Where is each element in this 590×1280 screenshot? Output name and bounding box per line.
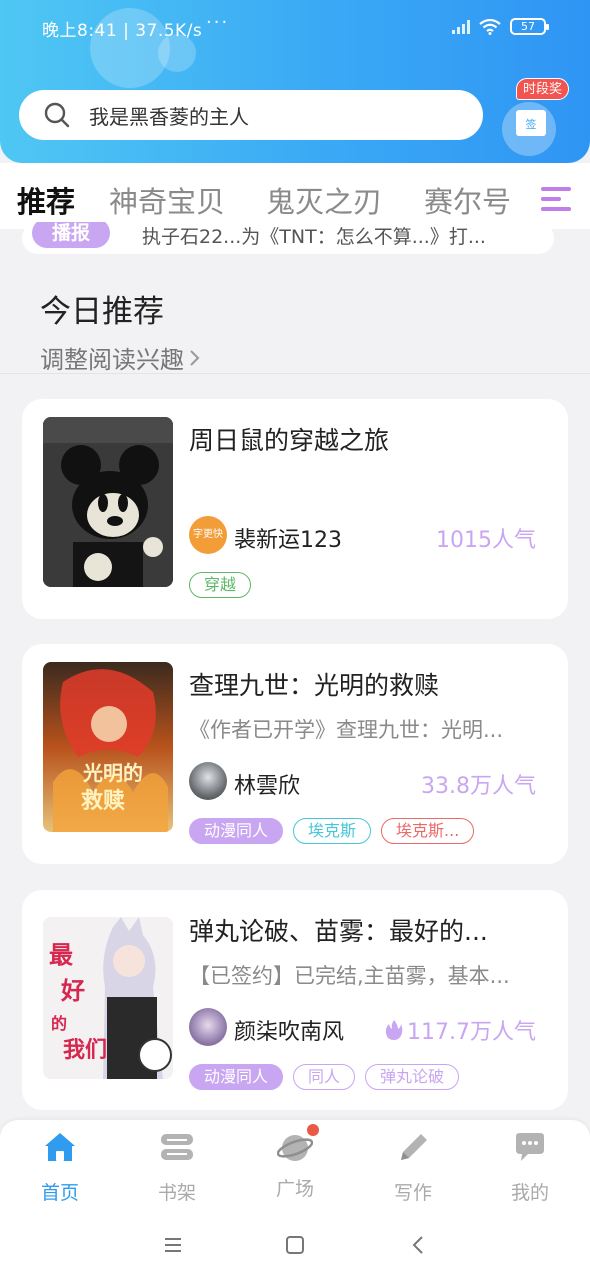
- book-card[interactable]: 光明的 救赎 查理九世：光明的救赎 《作者已开学》查理九世：光明... 林雲欣 …: [22, 644, 568, 864]
- battery-icon: 57: [510, 18, 549, 35]
- back-icon[interactable]: [410, 1235, 426, 1255]
- nav-label: 书架: [157, 1182, 196, 1204]
- section-divider: [0, 373, 590, 374]
- planet-icon: [276, 1124, 319, 1164]
- broadcast-text: 执子石22...为《TNT：怎么不算...》打...: [142, 226, 486, 248]
- book-description: 《作者已开学》查理九世：光明...: [189, 718, 504, 742]
- tag[interactable]: 埃克斯: [293, 818, 372, 844]
- bottom-nav: 首页 书架 广场 写作 我的: [0, 1120, 590, 1210]
- tab-recommend[interactable]: 推荐: [17, 179, 75, 221]
- tag[interactable]: 埃克斯...: [381, 818, 475, 844]
- author-avatar: [189, 762, 227, 800]
- calendar-icon: 签: [516, 110, 546, 136]
- checkin-badge: 时段奖: [516, 78, 570, 100]
- tab-menu-icon[interactable]: [541, 184, 573, 214]
- tab-seer[interactable]: 赛尔号: [424, 179, 511, 221]
- search-bar[interactable]: 我是黑香菱的主人: [19, 90, 483, 140]
- adjust-interest-link[interactable]: 调整阅读兴趣: [40, 340, 202, 375]
- author-name: 林雲欣: [234, 774, 301, 799]
- nav-square[interactable]: 广场: [255, 1124, 335, 1201]
- nav-write[interactable]: 写作: [373, 1130, 453, 1205]
- nav-label: 广场: [275, 1178, 314, 1200]
- book-card[interactable]: 周日鼠的穿越之旅 字更快 裴新运123 1015人气 穿越: [22, 399, 568, 619]
- chevron-right-icon: [190, 349, 200, 366]
- nav-bookshelf[interactable]: 书架: [137, 1130, 217, 1205]
- notification-dot: [307, 1124, 319, 1136]
- search-icon: [44, 102, 70, 128]
- book-cover-art: [43, 417, 173, 587]
- svg-text:救赎: 救赎: [81, 788, 125, 814]
- section-title: 今日推荐: [40, 294, 164, 330]
- nav-label: 首页: [40, 1182, 79, 1204]
- system-nav-bar: [0, 1210, 590, 1280]
- tag-list: 动漫同人 同人 弹丸论破: [189, 1064, 460, 1090]
- book-title: 周日鼠的穿越之旅: [189, 426, 390, 455]
- recent-apps-icon[interactable]: [163, 1236, 183, 1254]
- header: 晚上8:41 | 37.5K/s ··· 57 我是黑香菱的主人 签 时段奖: [0, 0, 590, 163]
- status-time-speed: 晚上8:41 | 37.5K/s: [42, 21, 203, 41]
- popularity-value: 1015人气: [436, 528, 536, 553]
- bookshelf-icon: [161, 1134, 193, 1160]
- popularity-value: 33.8万人气: [421, 774, 536, 799]
- popularity: 1015人气: [436, 522, 536, 554]
- checkin-button[interactable]: 签 时段奖: [502, 78, 572, 160]
- popularity: 117.7万人气: [385, 1014, 536, 1046]
- book-cover: [43, 417, 173, 587]
- book-cover: 最 好 的 我们: [43, 917, 173, 1079]
- svg-text:光明的: 光明的: [82, 761, 143, 785]
- author-avatar: [189, 1008, 227, 1046]
- chat-bubble-icon: [516, 1133, 544, 1161]
- author-avatar: 字更快: [189, 516, 227, 554]
- svg-text:的: 的: [51, 1014, 67, 1033]
- book-cover-art: 最 好 的 我们: [43, 917, 173, 1079]
- nav-mine[interactable]: 我的: [490, 1130, 570, 1205]
- author-name: 颜柒吹南风: [234, 1020, 345, 1045]
- wifi-icon: [479, 18, 501, 35]
- tag[interactable]: 动漫同人: [189, 1064, 284, 1090]
- status-bar: 晚上8:41 | 37.5K/s ··· 57: [0, 0, 590, 56]
- signal-icon: [452, 19, 470, 34]
- svg-text:好: 好: [60, 976, 85, 1005]
- category-tabs: 推荐 神奇宝贝 鬼灭之刃 赛尔号: [0, 163, 590, 229]
- nav-home[interactable]: 首页: [20, 1130, 100, 1205]
- broadcast-banner[interactable]: 播报 执子石22...为《TNT：怎么不算...》打...: [22, 222, 554, 254]
- book-cover: 光明的 救赎: [43, 662, 173, 832]
- book-cover-art: 光明的 救赎: [43, 662, 173, 832]
- nav-label: 写作: [393, 1182, 432, 1204]
- adjust-interest-label: 调整阅读兴趣: [40, 346, 184, 374]
- tag[interactable]: 弹丸论破: [365, 1064, 460, 1090]
- status-dots: ···: [206, 12, 230, 33]
- pen-icon: [401, 1134, 427, 1160]
- svg-text:我们: 我们: [63, 1037, 107, 1063]
- home-system-icon[interactable]: [285, 1235, 305, 1255]
- search-placeholder: 我是黑香菱的主人: [89, 104, 249, 129]
- author-name: 裴新运123: [234, 528, 342, 553]
- nav-label: 我的: [510, 1182, 549, 1204]
- svg-text:最: 最: [49, 940, 74, 969]
- book-title: 弹丸论破、苗雾：最好的...: [189, 917, 488, 946]
- tag[interactable]: 动漫同人: [189, 818, 284, 844]
- popularity: 33.8万人气: [421, 768, 536, 800]
- tab-demon-slayer[interactable]: 鬼灭之刃: [266, 179, 382, 221]
- book-title: 查理九世：光明的救赎: [189, 671, 440, 700]
- tag-list: 穿越: [189, 572, 252, 598]
- book-description: 【已签约】已完结,主苗雾，基本...: [189, 964, 510, 988]
- tab-pokemon[interactable]: 神奇宝贝: [109, 179, 225, 221]
- book-card[interactable]: 最 好 的 我们 弹丸论破、苗雾：最好的... 【已签约】已完结,主苗雾，基本.…: [22, 890, 568, 1110]
- home-icon: [45, 1133, 75, 1161]
- popularity-value: 117.7万人气: [407, 1020, 536, 1045]
- tag[interactable]: 同人: [293, 1064, 356, 1090]
- author-avatar-text: 字更快: [193, 529, 223, 540]
- tag-list: 动漫同人 埃克斯 埃克斯...: [189, 818, 475, 844]
- flame-icon: [385, 1020, 403, 1040]
- tag[interactable]: 穿越: [189, 572, 252, 598]
- broadcast-tag: 播报: [32, 222, 110, 248]
